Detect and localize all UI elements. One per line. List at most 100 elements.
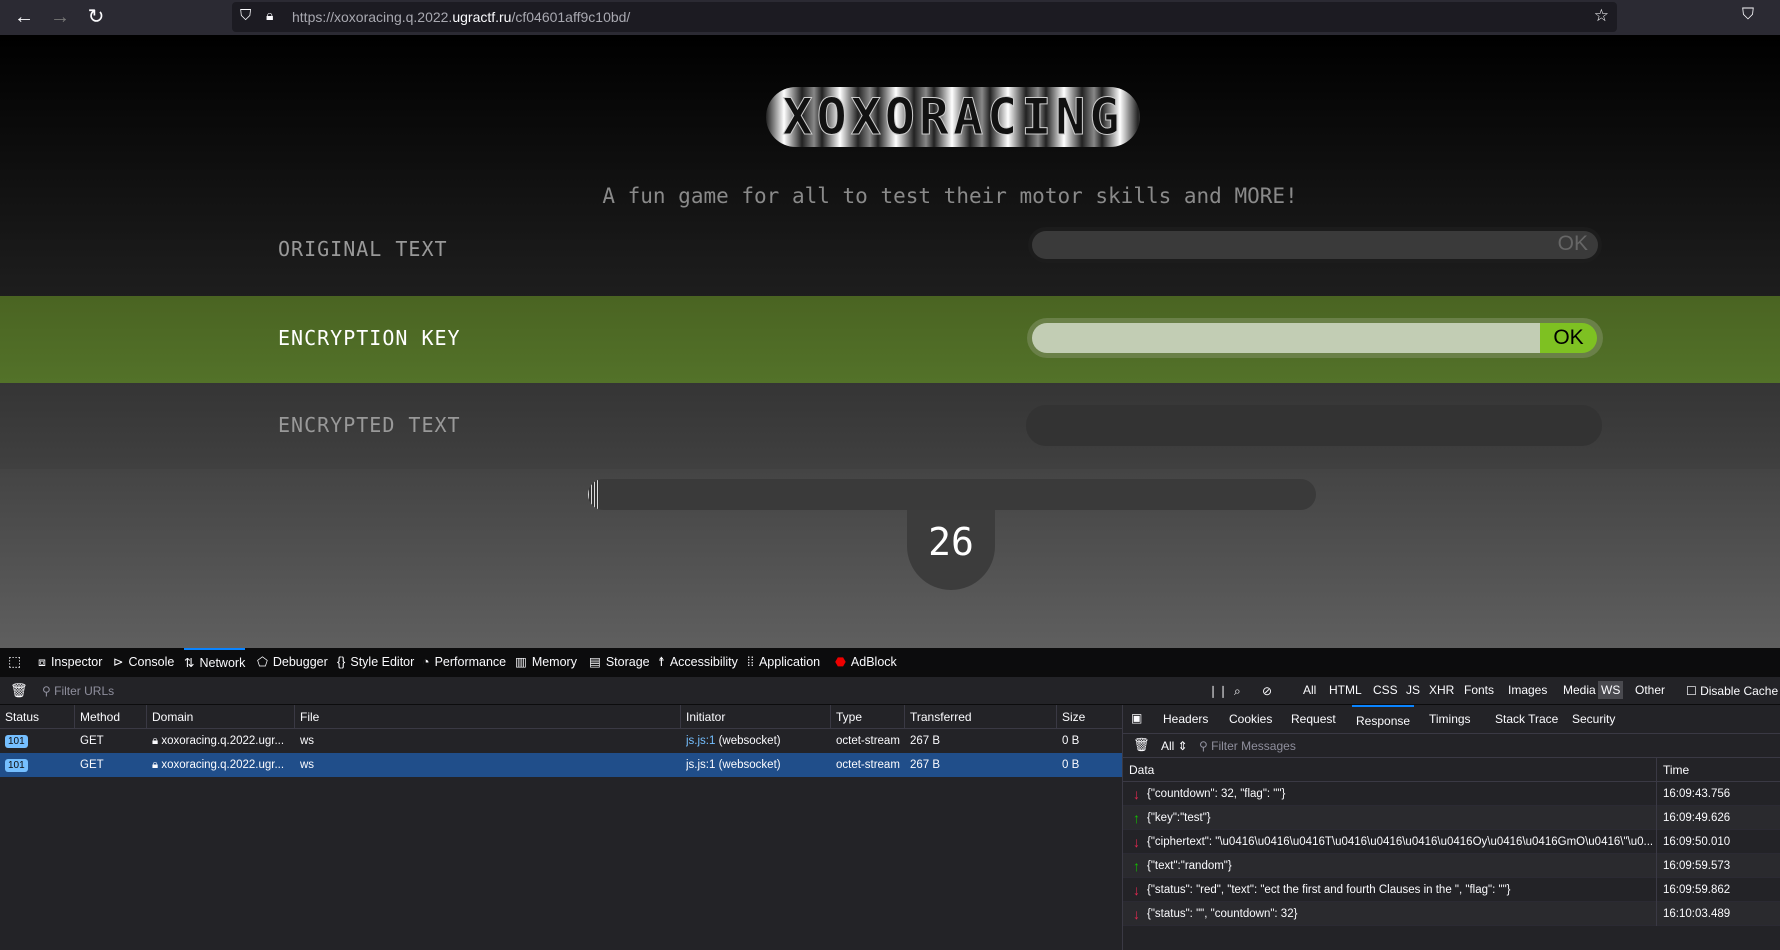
devtools-tab-performance[interactable]: ◔ Performance [422,648,506,676]
file-cell: ws [300,735,315,747]
clear-messages-icon[interactable]: 🗑︎ [1133,737,1150,753]
pause-icon[interactable]: ❘❘ [1208,684,1228,698]
filter-media[interactable]: Media [1560,681,1599,699]
detail-tab-timings[interactable]: Timings [1429,705,1471,733]
inspector-icon: ⧈ [38,655,46,669]
ws-message-row[interactable]: ↓ {"status": "red", "text": "ect the firs… [1123,878,1780,902]
back-button[interactable]: ← [12,5,36,29]
filter-messages-placeholder: Filter Messages [1211,739,1296,753]
column-divider [1656,830,1657,854]
column-divider [74,705,75,729]
size-cell: 0 B [1062,759,1080,771]
network-toolbar: 🗑︎ ⚲ Filter URLs ❘❘ ⌕ ⊘ All HTML CSS JS XHR F… [0,676,1780,705]
devtools-tabbar: ⬚ ⧈ Inspector ⊳ Console ⇅ Network ⬠ Debugger {} S… [0,648,1780,676]
initiator-text: (websocket) [715,735,781,747]
request-table-header: Status Method Domain File Initiator Type Trans… [0,705,1122,729]
message-time: 16:09:59.862 [1663,884,1731,896]
ws-message-row[interactable]: ↑ {"key":"test"} 16:09:49.626 [1123,806,1780,830]
filter-all[interactable]: All [1300,681,1319,699]
message-filter-bar: 🗑︎ All ⇕ ⚲ Filter Messages [1123,734,1780,758]
size-cell: 0 B [1062,735,1080,747]
message-time: 16:09:43.756 [1663,788,1731,800]
toggle-sidebar-icon[interactable]: ▣ [1131,711,1142,725]
tab-label: Application [758,655,821,669]
search-icon[interactable]: ⌕ [1234,684,1241,699]
devtools-tab-inspector[interactable]: ⧈ Inspector [38,648,102,676]
block-icon[interactable]: ⊘ [1262,684,1272,698]
reload-button[interactable]: ↻ [84,5,108,29]
request-row[interactable]: 101 GET 🔒︎ xoxoracing.q.2022.ugr... ws js.js… [0,753,1122,777]
detail-tab-response[interactable]: Response [1352,705,1415,735]
devtools-tab-accessibility[interactable]: ☨ Accessibility [658,648,738,676]
devtools-tab-memory[interactable]: ▥ Memory [515,648,577,676]
devtools-tab-console[interactable]: ⊳ Console [113,648,174,676]
column-size[interactable]: Size [1062,710,1085,724]
disable-cache-checkbox[interactable]: ☐ Disable Cache [1686,684,1778,698]
url-text[interactable]: https://xoxoracing.q.2022.ugractf.ru/cf0… [292,9,630,25]
ws-message-row[interactable]: ↓ {"ciphertext": "\u0416\u0416\u0416T\u04… [1123,830,1780,854]
devtools-tab-network[interactable]: ⇅ Network [184,648,246,676]
devtools-tab-style-editor[interactable]: {} Style Editor [337,648,414,676]
method-cell: GET [80,735,104,747]
ws-message-row[interactable]: ↓ {"countdown": 32, "flag": ""} 16:09:43.7… [1123,782,1780,806]
lock-icon[interactable]: 🔒︎ [266,7,273,24]
clear-trash-icon[interactable]: 🗑︎ [10,682,28,699]
column-divider [1656,854,1657,878]
filter-other[interactable]: Other [1632,681,1668,699]
devtools-tab-application[interactable]: ⁞⁞ Application [747,648,820,676]
ws-message-row[interactable]: ↓ {"status": "", "countdown": 32} 16:10:03… [1123,902,1780,926]
filter-urls-input[interactable]: ⚲ Filter URLs [42,684,114,698]
detail-tab-request[interactable]: Request [1291,705,1336,733]
filter-js[interactable]: JS [1403,681,1423,699]
filter-html[interactable]: HTML [1326,681,1365,699]
shield-icon[interactable]: ⛉ [240,7,251,24]
encrypted-text-output [1026,405,1602,446]
column-type[interactable]: Type [836,710,862,724]
tab-label: Accessibility [669,655,738,669]
forward-button[interactable]: → [48,5,72,29]
filter-xhr[interactable]: XHR [1426,681,1457,699]
domain-cell: 🔒︎ xoxoracing.q.2022.ugr... [152,753,292,777]
encrypted-text-label: ENCRYPTED TEXT [278,413,461,437]
filter-ws[interactable]: WS [1598,681,1624,699]
devtools-tab-adblock[interactable]: ⬣ AdBlock [835,648,897,676]
filter-fonts[interactable]: Fonts [1461,681,1497,699]
network-icon: ⇅ [184,656,195,670]
filter-css[interactable]: CSS [1370,681,1401,699]
column-file[interactable]: File [300,710,319,724]
detail-tab-stack-trace[interactable]: Stack Trace [1495,705,1558,733]
pocket-icon[interactable]: ⛉ [1742,6,1754,24]
element-picker-icon[interactable]: ⬚ [8,653,21,670]
column-transferred[interactable]: Transferred [910,710,972,724]
game-page: XOXORACING A fun game for all to test th… [0,35,1780,648]
column-domain[interactable]: Domain [152,710,193,724]
filter-images[interactable]: Images [1505,681,1550,699]
column-initiator[interactable]: Initiator [686,710,725,724]
column-method[interactable]: Method [80,710,120,724]
original-text-input[interactable] [1032,231,1598,259]
ws-message-row[interactable]: ↑ {"text":"random"} 16:09:59.573 [1123,854,1780,878]
original-text-ok-button[interactable]: OK [1558,232,1588,256]
message-type-select[interactable]: All ⇕ [1161,739,1188,753]
bookmark-star-icon[interactable]: ☆ [1594,6,1609,26]
initiator-link[interactable]: js.js:1 [686,759,715,771]
encryption-key-input[interactable] [1032,323,1540,353]
column-status[interactable]: Status [5,710,39,724]
devtools-tab-storage[interactable]: ▤ Storage [589,648,650,676]
request-row[interactable]: 101 GET 🔒︎ xoxoracing.q.2022.ugr... ws js.js… [0,729,1122,753]
detail-tab-cookies[interactable]: Cookies [1229,705,1272,733]
address-bar[interactable]: ⛉ 🔒︎ https://xoxoracing.q.2022.ugractf.r… [232,2,1617,32]
column-divider [1656,758,1657,782]
devtools-panel: ⬚ ⧈ Inspector ⊳ Console ⇅ Network ⬠ Debugger {} S… [0,648,1780,950]
detail-tab-security[interactable]: Security [1572,705,1615,733]
filter-messages-input[interactable]: ⚲ Filter Messages [1199,739,1296,753]
column-time[interactable]: Time [1663,763,1689,777]
arrow-up-icon: ↑ [1133,858,1140,874]
detail-tab-headers[interactable]: Headers [1163,705,1208,733]
column-data[interactable]: Data [1129,763,1154,777]
column-divider [1656,902,1657,926]
encryption-key-ok-button[interactable]: OK [1540,323,1597,353]
devtools-tab-debugger[interactable]: ⬠ Debugger [257,648,328,676]
initiator-link[interactable]: js.js:1 [686,735,715,747]
progress-bar [588,479,1316,510]
